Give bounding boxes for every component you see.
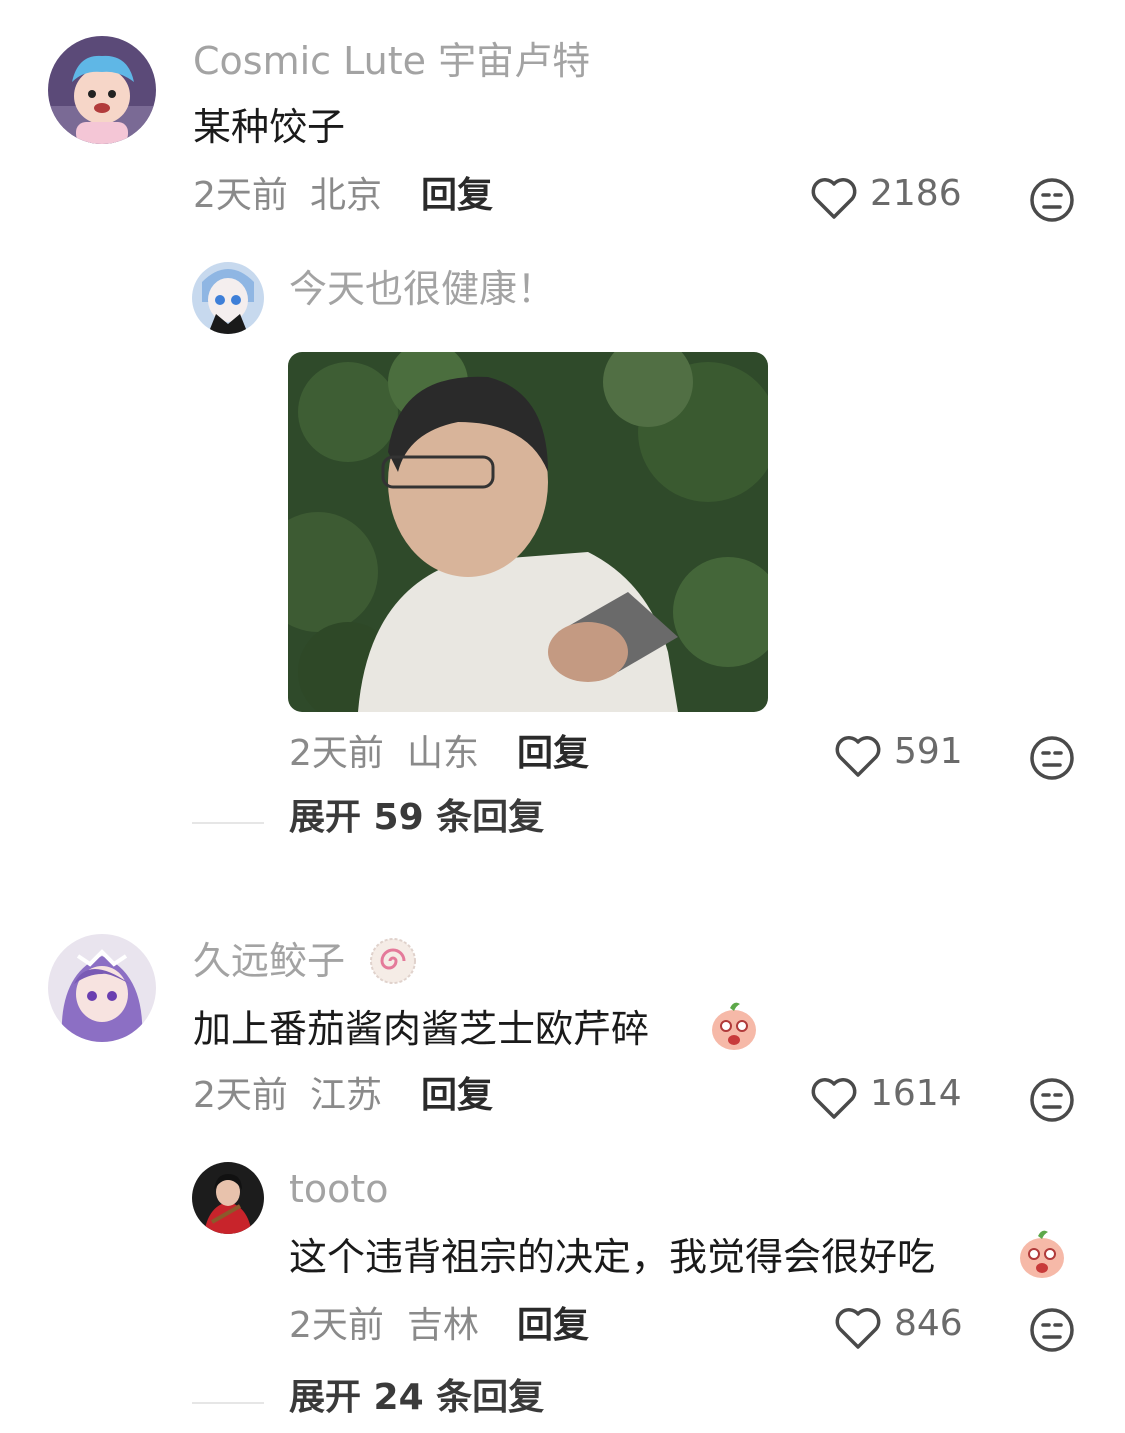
comment-text: 这个违背祖宗的决定，我觉得会很好吃 [289,1235,936,1279]
username[interactable]: Cosmic Lute 宇宙卢特 [193,42,590,80]
expand-replies-button[interactable]: 展开 24 条回复 [289,1380,544,1416]
expand-replies-button[interactable]: 展开 59 条回复 [289,800,544,836]
username[interactable]: tooto [289,1170,389,1208]
peach-surprised-emoji [708,998,760,1052]
comment-text: 某种饺子 [193,105,346,149]
peach-surprised-emoji [1016,1226,1068,1280]
expand-divider [192,822,264,824]
location: 江苏 [310,1075,383,1116]
heart-outline-icon[interactable] [834,734,882,778]
meh-face-icon[interactable] [1028,734,1076,782]
avatar[interactable] [192,262,264,334]
heart-outline-icon[interactable] [810,176,858,220]
timestamp: 2天前 [289,733,384,774]
timestamp: 2天前 [193,175,288,216]
timestamp: 2天前 [289,1305,384,1346]
username[interactable]: 今天也很健康！ [289,270,555,308]
avatar[interactable] [192,1162,264,1234]
meh-face-icon[interactable] [1028,1306,1076,1354]
location: 北京 [310,175,383,216]
like-count: 2186 [870,173,962,214]
like-count: 1614 [870,1073,962,1114]
heart-outline-icon[interactable] [810,1076,858,1120]
expand-divider [192,1402,264,1404]
timestamp: 2天前 [193,1075,288,1116]
meh-face-icon[interactable] [1028,176,1076,224]
reply-image[interactable] [288,352,768,712]
location: 山东 [407,733,480,774]
username[interactable]: 久远鲛子 [193,942,345,980]
avatar[interactable] [48,36,156,144]
avatar[interactable] [48,934,156,1042]
reply-button[interactable]: 回复 [517,1308,589,1344]
reply-button[interactable]: 回复 [517,736,589,772]
like-count: 591 [894,731,963,772]
meh-face-icon[interactable] [1028,1076,1076,1124]
comment-text: 加上番茄酱肉酱芝士欧芹碎 [193,1007,650,1051]
reply-button[interactable]: 回复 [421,1078,493,1114]
swirl-badge-icon [368,936,418,986]
location: 吉林 [407,1305,480,1346]
reply-button[interactable]: 回复 [421,178,493,214]
heart-outline-icon[interactable] [834,1306,882,1350]
like-count: 846 [894,1303,963,1344]
